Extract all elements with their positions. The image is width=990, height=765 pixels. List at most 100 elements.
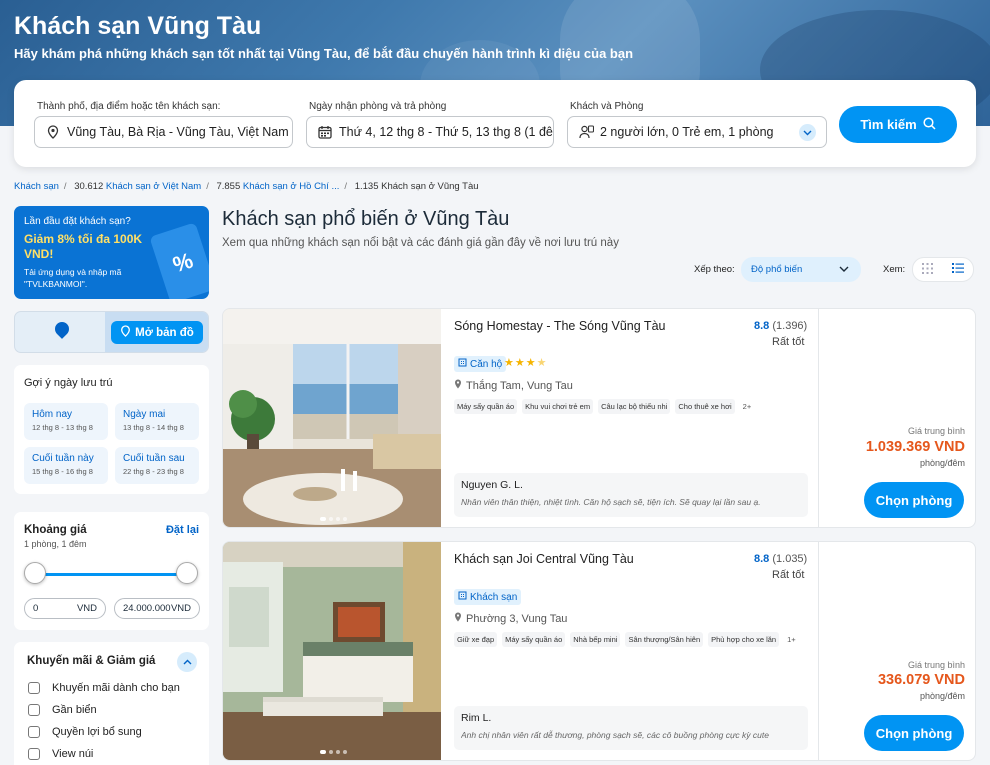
- price-slider-max-handle[interactable]: [176, 562, 198, 584]
- avg-price-label: Giá trung bình: [907, 426, 965, 436]
- choose-room-button[interactable]: Chọn phòng: [864, 482, 964, 518]
- page-title: Khách sạn Vũng Tàu: [14, 12, 262, 40]
- grid-view-icon[interactable]: [922, 262, 934, 277]
- choose-room-button[interactable]: Chọn phòng: [864, 715, 964, 751]
- open-map-label: Mở bản đồ: [135, 326, 194, 339]
- hotel-price: 336.079 VND: [877, 672, 965, 688]
- amenity-tag: Máy sấy quần áo: [502, 632, 566, 647]
- checkbox[interactable]: [28, 682, 40, 694]
- price-slider-min-handle[interactable]: [24, 562, 46, 584]
- hotel-photo[interactable]: [223, 542, 441, 760]
- hotel-photo[interactable]: [223, 309, 441, 527]
- stay-option-next-weekend[interactable]: Cuối tuần sau 22 thg 8 - 23 thg 8: [115, 447, 199, 484]
- sort-select[interactable]: Độ phổ biến: [741, 257, 861, 282]
- open-map-button[interactable]: Mở bản đồ: [111, 321, 203, 344]
- amenity-tag: Câu lạc bộ thiếu nhi: [598, 399, 671, 414]
- checkbox[interactable]: [28, 748, 40, 760]
- building-icon: [458, 591, 467, 603]
- per-night-label: phòng/đêm: [919, 691, 965, 701]
- building-icon: [458, 358, 467, 370]
- chevron-up-icon[interactable]: [177, 652, 197, 672]
- hotel-card[interactable]: Sóng Homestay - The Sóng Vũng Tàu 8.8 (1…: [222, 308, 976, 528]
- results-title: Khách sạn phổ biến ở Vũng Tàu: [222, 208, 510, 230]
- star-rating-icon: ★★★★: [504, 357, 548, 369]
- filter-option[interactable]: Gần biển: [28, 704, 97, 716]
- map-pin-icon: [454, 612, 462, 625]
- filter-option[interactable]: View núi: [28, 748, 93, 760]
- stay-option-this-weekend[interactable]: Cuối tuần này 15 thg 8 - 16 thg 8: [24, 447, 108, 484]
- review-text: Nhân viên thân thiện, nhiệt tình. Căn hộ…: [461, 497, 761, 507]
- search-icon: [923, 116, 936, 133]
- checkbox[interactable]: [28, 704, 40, 716]
- chevron-down-icon: [839, 264, 849, 275]
- avg-price-label: Giá trung bình: [907, 660, 965, 670]
- price-filter: Khoảng giá Đặt lại 1 phòng, 1 đêm 0 VND …: [14, 512, 209, 630]
- amenity-tag: Phù hợp cho xe lăn: [708, 632, 780, 647]
- promo-banner[interactable]: Lần đầu đặt khách sạn? Giảm 8% tối đa 10…: [14, 206, 209, 299]
- hotel-location: Thắng Tam, Vung Tau: [454, 379, 573, 392]
- map-pin-icon: [454, 379, 462, 392]
- dates-value: Thứ 4, 12 thg 8 - Thứ 5, 13 thg 8 (1 đêm: [339, 125, 554, 139]
- breadcrumb-hcm[interactable]: Khách sạn ở Hồ Chí ...: [243, 181, 340, 192]
- map-icon: [120, 325, 131, 340]
- review-text: Anh chị nhân viên rất dễ thương, phòng s…: [461, 730, 769, 740]
- hotel-type-badge: Khách sạn: [454, 589, 522, 605]
- hotel-rating-label: Rất tốt: [772, 569, 805, 581]
- breadcrumb-count: 7.855: [216, 181, 241, 192]
- hotel-score: 8.8 (1.035): [754, 553, 808, 565]
- hotel-rating-label: Rất tốt: [772, 336, 805, 348]
- stay-option-tomorrow[interactable]: Ngày mai 13 thg 8 - 14 thg 8: [115, 403, 199, 440]
- breadcrumb-current: 1.135 Khách sạn ở Vũng Tàu: [354, 181, 479, 192]
- hotel-type-badge: Căn hộ: [454, 356, 507, 372]
- map-pin-icon: [45, 124, 61, 140]
- guests-label: Khách và Phòng: [570, 101, 644, 112]
- breadcrumb-vietnam[interactable]: Khách sạn ở Việt Nam: [106, 181, 201, 192]
- search-button-label: Tìm kiếm: [860, 117, 917, 132]
- price-filter-sub: 1 phòng, 1 đêm: [24, 539, 87, 549]
- dates-label: Ngày nhận phòng và trả phòng: [309, 101, 447, 112]
- results-subtitle: Xem qua những khách sạn nổi bật và các đ…: [222, 237, 619, 249]
- filter-option[interactable]: Quyền lợi bổ sung: [28, 726, 142, 738]
- price-slider-track[interactable]: [34, 573, 188, 576]
- stay-title: Gợi ý ngày lưu trú: [24, 377, 113, 389]
- price-min-input[interactable]: 0 VND: [24, 598, 106, 619]
- price-column: Giá trung bình 1.039.369 VND phòng/đêm C…: [818, 309, 975, 527]
- hotel-card[interactable]: Khách sạn Joi Central Vũng Tàu 8.8 (1.03…: [222, 541, 976, 761]
- checkbox[interactable]: [28, 726, 40, 738]
- search-button[interactable]: Tìm kiếm: [839, 106, 957, 143]
- amenity-tag: Nhà bếp mini: [570, 632, 621, 647]
- guests-field[interactable]: 2 người lớn, 0 Trẻ em, 1 phòng: [567, 116, 827, 148]
- hotel-price: 1.039.369 VND: [865, 439, 965, 455]
- promo-line1: Lần đầu đặt khách sạn?: [24, 216, 131, 227]
- hotel-name[interactable]: Sóng Homestay - The Sóng Vũng Tàu: [454, 319, 665, 333]
- reviewer-name: Rim L.: [461, 712, 492, 724]
- price-reset-link[interactable]: Đặt lại: [166, 524, 199, 536]
- view-label: Xem:: [883, 264, 906, 275]
- breadcrumb-count: 30.612: [74, 181, 104, 192]
- amenity-tag: Giữ xe đạp: [454, 632, 498, 647]
- filter-option[interactable]: Khuyến mãi dành cho bạn: [28, 682, 180, 694]
- promotion-filter: Khuyến mãi & Giảm giá Khuyến mãi dành ch…: [14, 642, 209, 765]
- amenity-tag: Sân thượng/Sân hiên: [625, 632, 704, 647]
- chevron-down-icon[interactable]: [799, 124, 816, 141]
- breadcrumb-hotels[interactable]: Khách sạn: [14, 181, 59, 192]
- view-toggle[interactable]: [912, 257, 974, 282]
- location-value: Vũng Tàu, Bà Rịa - Vũng Tàu, Việt Nam: [67, 125, 289, 139]
- reviewer-name: Nguyen G. L.: [461, 479, 523, 491]
- breadcrumb: Khách sạn/ 30.612 Khách sạn ở Việt Nam / …: [14, 181, 479, 192]
- calendar-icon: [317, 124, 333, 140]
- hotel-location: Phường 3, Vung Tau: [454, 612, 567, 625]
- price-filter-title: Khoảng giá: [24, 524, 87, 536]
- amenity-more: 1+: [787, 635, 796, 644]
- amenity-more: 2+: [742, 402, 752, 411]
- location-field[interactable]: Vũng Tàu, Bà Rịa - Vũng Tàu, Việt Nam: [34, 116, 293, 148]
- promotion-filter-title: Khuyến mãi & Giảm giá: [27, 655, 156, 667]
- hotel-name[interactable]: Khách sạn Joi Central Vũng Tàu: [454, 552, 634, 566]
- stay-option-today[interactable]: Hôm nay 12 thg 8 - 13 thg 8: [24, 403, 108, 440]
- guests-value: 2 người lớn, 0 Trẻ em, 1 phòng: [600, 125, 774, 139]
- dates-field[interactable]: Thứ 4, 12 thg 8 - Thứ 5, 13 thg 8 (1 đêm: [306, 116, 554, 148]
- map-preview[interactable]: Mở bản đồ: [14, 311, 209, 353]
- amenity-list: Giữ xe đạp Máy sấy quần áo Nhà bếp mini …: [454, 632, 799, 647]
- list-view-icon[interactable]: [951, 263, 964, 276]
- price-max-input[interactable]: 24.000.000 VND: [114, 598, 200, 619]
